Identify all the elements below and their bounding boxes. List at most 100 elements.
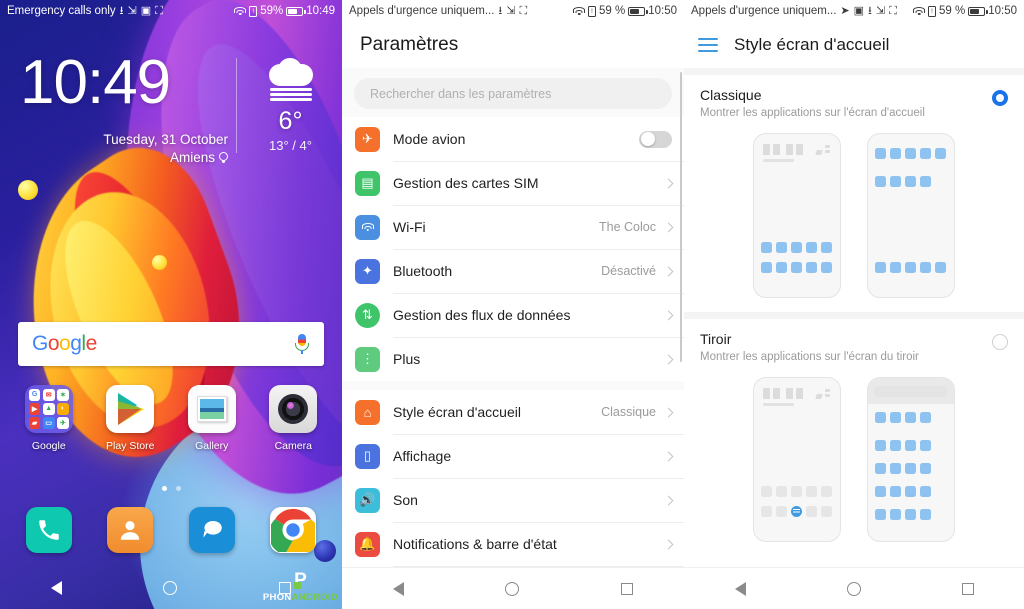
settings-item-bluetooth[interactable]: ✦ Bluetooth Désactivé xyxy=(342,249,684,293)
radio-unselected-icon[interactable] xyxy=(992,334,1008,350)
page-dot[interactable] xyxy=(175,486,181,491)
mini-icon: ▰ xyxy=(28,417,41,429)
settings-item-more[interactable]: ⋮ Plus xyxy=(342,337,684,381)
settings-panel: Appels d'urgence uniquem... ⭳ ⇲ ⛶ ! 59 %… xyxy=(342,0,684,609)
share-icon: ⇲ xyxy=(127,4,137,17)
drawer-button-icon xyxy=(791,506,802,517)
home-style-statusbar: Appels d'urgence uniquem... ➤ ▣ ⭳ ⇲ ⛶ ! … xyxy=(684,0,1024,22)
qr-icon: ⛶ xyxy=(155,4,163,17)
settings-item-value: Classique xyxy=(601,405,656,419)
preview-app-row xyxy=(875,412,947,423)
settings-group-device: ⌂ Style écran d'accueil Classique ▯ Affi… xyxy=(342,390,684,567)
dock-app-phone[interactable] xyxy=(8,507,90,553)
picture-icon: ▣ xyxy=(853,4,865,17)
speech-bubble-glyph xyxy=(203,521,222,538)
settings-item-wifi[interactable]: Wi-Fi The Coloc xyxy=(342,205,684,249)
app-label: Google xyxy=(31,440,66,452)
home-dock xyxy=(0,507,342,553)
download-icon: ⭳ xyxy=(119,4,124,17)
app-play-store[interactable]: Play Store xyxy=(90,385,172,452)
sim-icon: ! xyxy=(249,5,258,17)
preview-weather-icon xyxy=(815,389,830,399)
app-label: Play Store xyxy=(106,440,155,452)
mini-icon: ▶ xyxy=(28,403,41,415)
airplane-icon: ✈ xyxy=(355,126,380,152)
dock-app-contacts[interactable] xyxy=(90,507,172,553)
app-google-folder[interactable]: G ✉ ✶ ▶ ▲ ◐ ▰ ▭ ✈ Google xyxy=(8,385,90,452)
messages-icon xyxy=(188,507,235,553)
app-camera[interactable]: Camera xyxy=(253,385,335,452)
settings-item-label: Style écran d'accueil xyxy=(393,404,521,420)
statusbar-time: 10:49 xyxy=(306,5,335,17)
settings-item-label: Plus xyxy=(393,351,421,367)
chevron-right-icon xyxy=(663,222,674,232)
settings-item-label: Gestion des flux de données xyxy=(393,307,571,323)
preview-app-row xyxy=(761,242,833,253)
settings-item-data-usage[interactable]: ⇅ Gestion des flux de données xyxy=(342,293,684,337)
home-icon[interactable] xyxy=(163,581,178,595)
settings-item-display[interactable]: ▯ Affichage xyxy=(342,434,684,478)
mini-icon: ◐ xyxy=(57,403,69,415)
preview-widget xyxy=(763,144,803,155)
app-label: Camera xyxy=(274,440,312,452)
mini-icon: ▲ xyxy=(42,403,55,415)
settings-item-sound[interactable]: 🔊 Son xyxy=(342,478,684,522)
preview-app-row xyxy=(875,509,947,520)
phone-icon xyxy=(25,507,72,553)
airplane-mode-toggle[interactable] xyxy=(639,130,672,148)
search-area: Rechercher dans les paramètres xyxy=(342,68,684,117)
app-gallery[interactable]: Gallery xyxy=(171,385,253,452)
back-icon[interactable] xyxy=(392,581,404,596)
battery-icon xyxy=(628,6,648,16)
chevron-right-icon xyxy=(663,178,674,188)
home-icon[interactable] xyxy=(846,581,861,596)
statusbar-right: ! 59% 10:49 xyxy=(234,5,335,17)
lockscreen-statusbar: Emergency calls only ⭳ ⇲ ▣ ⛶ ! 59% 10:49 xyxy=(0,0,342,22)
back-icon[interactable] xyxy=(734,581,746,596)
option-classique[interactable]: Classique Montrer les applications sur l… xyxy=(684,75,1024,298)
settings-item-notifications[interactable]: 🔔 Notifications & barre d'état xyxy=(342,522,684,566)
mini-icon: ▭ xyxy=(42,417,55,429)
weather-widget[interactable]: 6° 13° / 4° xyxy=(236,58,328,153)
dock-app-chrome[interactable] xyxy=(253,507,335,553)
search-input[interactable]: Rechercher dans les paramètres xyxy=(354,78,672,109)
radio-selected-icon[interactable] xyxy=(992,90,1008,106)
chevron-right-icon xyxy=(663,354,674,364)
preview-app-row xyxy=(761,506,833,517)
settings-header: Paramètres xyxy=(342,22,684,68)
google-search-bar[interactable]: Google xyxy=(18,322,324,366)
wallpaper-bead-2 xyxy=(152,255,167,270)
settings-navbar xyxy=(342,567,684,609)
scrollbar[interactable] xyxy=(679,72,682,362)
home-icon[interactable] xyxy=(505,581,520,596)
dock-app-messages[interactable] xyxy=(171,507,253,553)
chevron-right-icon xyxy=(663,266,674,276)
recents-icon[interactable] xyxy=(961,582,974,595)
preview-app-row xyxy=(875,176,947,187)
lockscreen-navbar xyxy=(0,567,342,609)
play-store-icon xyxy=(106,385,155,433)
camera-lens xyxy=(278,394,309,424)
back-icon[interactable] xyxy=(50,581,62,595)
carrier-label: Emergency calls only xyxy=(7,5,116,17)
settings-item-sim-management[interactable]: ▤ Gestion des cartes SIM xyxy=(342,161,684,205)
recents-icon[interactable] xyxy=(279,582,292,594)
hamburger-menu-icon[interactable] xyxy=(698,38,718,52)
settings-item-home-screen-style[interactable]: ⌂ Style écran d'accueil Classique xyxy=(342,390,684,434)
chrome-icon xyxy=(270,507,317,553)
lockscreen-panel: Emergency calls only ⭳ ⇲ ▣ ⛶ ! 59% 10:49… xyxy=(0,0,342,609)
option-description: Montrer les applications sur l'écran du … xyxy=(700,351,919,363)
microphone-icon[interactable] xyxy=(294,333,310,355)
recents-icon[interactable] xyxy=(621,582,634,595)
settings-item-airplane-mode[interactable]: ✈ Mode avion xyxy=(342,117,684,161)
mini-icon: ✉ xyxy=(42,389,55,401)
wifi-icon xyxy=(355,214,380,240)
option-tiroir[interactable]: Tiroir Montrer les applications sur l'éc… xyxy=(684,319,1024,542)
page-dot-active[interactable] xyxy=(161,486,167,491)
option-name: Classique xyxy=(700,87,762,103)
settings-item-label: Bluetooth xyxy=(393,263,453,279)
settings-scroll-area[interactable]: Rechercher dans les paramètres ✈ Mode av… xyxy=(342,68,684,567)
fog-cloud-icon xyxy=(265,58,317,102)
download-icon: ⭳ xyxy=(498,4,503,17)
clock-time: 10:49 xyxy=(20,48,171,117)
